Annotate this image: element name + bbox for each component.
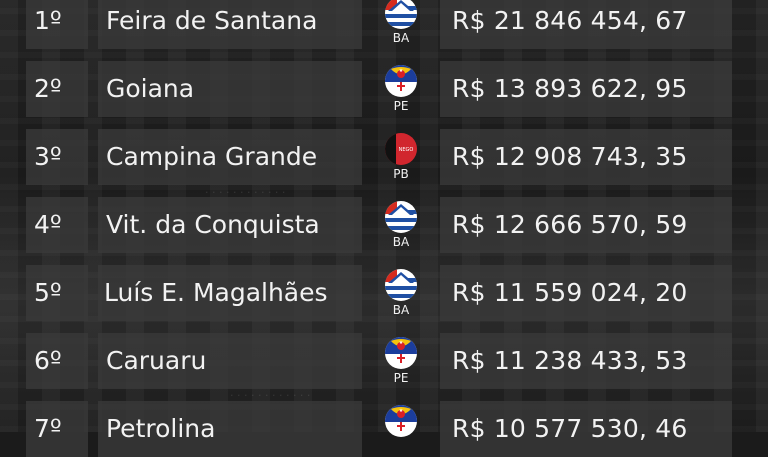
value-label: R$ 10 577 530, 46	[452, 414, 688, 443]
value-label: R$ 21 846 454, 67	[452, 6, 688, 35]
city-name: Feira de Santana	[106, 6, 318, 35]
rank-label: 4º	[34, 210, 62, 239]
city-name: Luís E. Magalhães	[104, 278, 328, 307]
bahia-flag-icon	[385, 201, 417, 233]
svg-text:★: ★	[399, 340, 404, 346]
svg-text:★: ★	[399, 408, 404, 414]
pernambuco-flag-icon: ★	[385, 65, 417, 97]
state-label: PE	[393, 99, 409, 113]
bahia-flag-icon	[385, 269, 417, 301]
paraiba-flag-icon: NEGO	[385, 133, 417, 165]
rank-label: 6º	[34, 346, 62, 375]
value-label: R$ 12 908 743, 35	[452, 142, 688, 171]
city-name: Goiana	[106, 74, 195, 103]
city-name: Campina Grande	[106, 142, 318, 171]
value-label: R$ 11 559 024, 20	[452, 278, 688, 307]
ranking-row: 2º Goiana ★ PE R$ 13 893 622, 95	[0, 61, 768, 117]
rank-label: 3º	[34, 142, 62, 171]
rank-label: 7º	[34, 414, 62, 443]
rank-label: 2º	[34, 74, 62, 103]
state-label: BA	[392, 235, 410, 249]
city-name: Petrolina	[106, 414, 216, 443]
ranking-row: 7º Petrolina ★ R$ 10 577 530, 46	[0, 401, 768, 457]
ranking-row: 5º Luís E. Magalhães BA R$ 11 559 024, 2…	[0, 265, 768, 321]
svg-text:NEGO: NEGO	[399, 147, 414, 153]
ranking-row: 1º Feira de Santana BA R$ 21 846 454, 67	[0, 0, 768, 49]
svg-text:★: ★	[399, 68, 404, 74]
value-label: R$ 13 893 622, 95	[452, 74, 688, 103]
pernambuco-flag-icon: ★	[385, 405, 417, 437]
state-label: BA	[392, 303, 410, 317]
rank-label: 5º	[34, 278, 62, 307]
bahia-flag-icon	[385, 0, 417, 29]
city-name: Vit. da Conquista	[106, 210, 320, 239]
ranking-row: 6º Caruaru ★ PE R$ 11 238 433, 53	[0, 333, 768, 389]
ranking-row: 4º Vit. da Conquista BA R$ 12 666 570, 5…	[0, 197, 768, 253]
state-label: PE	[393, 371, 409, 385]
ranking-row: 3º Campina Grande NEGO PB R$ 12 908 743,…	[0, 129, 768, 185]
value-label: R$ 12 666 570, 59	[452, 210, 688, 239]
pernambuco-flag-icon: ★	[385, 337, 417, 369]
rank-label: 1º	[34, 6, 62, 35]
city-name: Caruaru	[106, 346, 207, 375]
state-label: PB	[393, 167, 409, 181]
state-label: BA	[392, 31, 410, 45]
value-label: R$ 11 238 433, 53	[452, 346, 688, 375]
